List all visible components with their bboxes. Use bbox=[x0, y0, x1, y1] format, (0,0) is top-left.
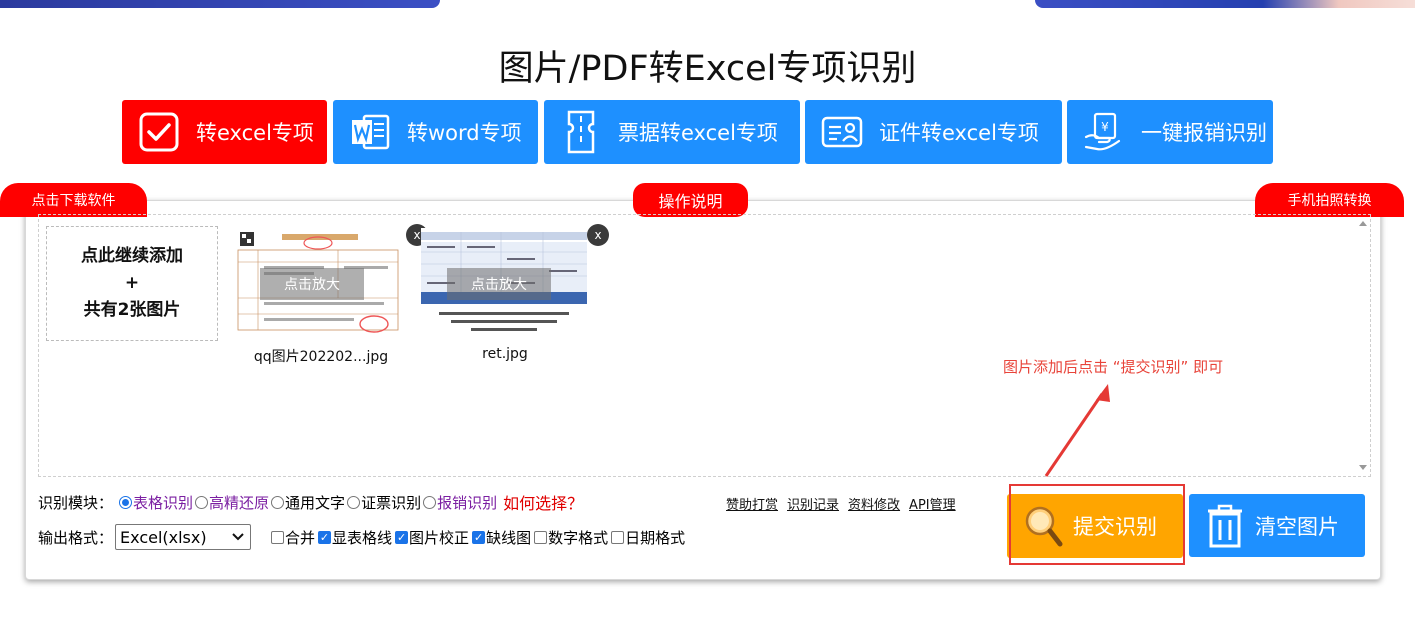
id-card-icon bbox=[821, 111, 863, 153]
page-title: 图片/PDF转Excel专项识别 bbox=[498, 49, 917, 89]
show-gridlines-checkbox[interactable]: ✓ 显表格线 bbox=[318, 527, 392, 548]
image-correction-checkbox[interactable]: ✓ 图片校正 bbox=[395, 527, 469, 548]
tab-reimburse[interactable]: ¥ 一键报销识别 bbox=[1067, 100, 1273, 164]
image-thumbnail: 点击放大 x qq图片202202...jpg bbox=[234, 224, 428, 366]
chevron-down-icon bbox=[232, 533, 244, 541]
zoom-overlay[interactable]: 点击放大 bbox=[260, 268, 364, 300]
module-selector: 识别模块： 表格识别 高精还原 通用文字 证票识别 报销识别 如何选择？ bbox=[38, 490, 583, 514]
tab-label: 一键报销识别 bbox=[1141, 121, 1267, 145]
add-more-label: 点此继续添加 bbox=[81, 246, 183, 266]
radio-icon bbox=[423, 495, 437, 509]
image-thumbnail: 点击放大 x ret.jpg bbox=[421, 224, 609, 362]
tab-word[interactable]: 转word专项 bbox=[333, 100, 538, 164]
module-high-precision[interactable]: 高精还原 bbox=[195, 492, 269, 513]
format-select[interactable]: Excel(xlsx) bbox=[115, 524, 252, 550]
tab-id-excel[interactable]: 证件转excel专项 bbox=[805, 100, 1062, 164]
date-format-checkbox[interactable]: 日期格式 bbox=[611, 527, 685, 548]
image-count: 共有2张图片 bbox=[83, 300, 181, 320]
svg-text:¥: ¥ bbox=[1101, 120, 1109, 134]
checkbox-checked-icon: ✓ bbox=[472, 530, 486, 544]
module-general-text[interactable]: 通用文字 bbox=[271, 492, 345, 513]
module-table[interactable]: 表格识别 bbox=[119, 492, 193, 513]
module-certificate[interactable]: 证票识别 bbox=[347, 492, 421, 513]
remove-image-button[interactable]: x bbox=[587, 224, 609, 246]
invoice-preview[interactable]: 点击放大 bbox=[234, 228, 402, 336]
radio-icon bbox=[271, 495, 285, 509]
missing-lines-checkbox[interactable]: ✓ 缺线图 bbox=[472, 527, 531, 548]
checkbox-icon bbox=[611, 530, 625, 544]
checkbox-checked-icon: ✓ bbox=[318, 530, 332, 544]
submit-hint: 图片添加后点击 “提交识别” 即可 bbox=[1003, 358, 1224, 376]
sponsor-link[interactable]: 赞助打赏 bbox=[726, 494, 778, 513]
word-icon bbox=[349, 111, 391, 153]
magnifier-icon bbox=[1021, 504, 1065, 548]
tab-receipt-excel[interactable]: 票据转excel专项 bbox=[544, 100, 800, 164]
radio-icon bbox=[195, 495, 209, 509]
tab-label: 转word专项 bbox=[407, 121, 522, 145]
format-label: 输出格式： bbox=[38, 528, 114, 547]
hint-arrow-icon bbox=[1044, 384, 1110, 477]
document-preview[interactable]: 点击放大 bbox=[421, 228, 589, 336]
api-link[interactable]: API管理 bbox=[909, 494, 956, 513]
tab-label: 票据转excel专项 bbox=[618, 121, 778, 145]
receipt-icon bbox=[560, 110, 602, 154]
checkbox-icon bbox=[534, 530, 548, 544]
plus-icon: + bbox=[124, 273, 140, 293]
radio-icon bbox=[347, 495, 361, 509]
profile-link[interactable]: 资料修改 bbox=[848, 494, 900, 513]
reimburse-icon: ¥ bbox=[1083, 111, 1125, 153]
clear-images-button[interactable]: 清空图片 bbox=[1189, 494, 1365, 557]
tab-excel[interactable]: 转excel专项 bbox=[122, 100, 327, 164]
checkbox-icon bbox=[138, 111, 180, 153]
submit-label: 提交识别 bbox=[1073, 515, 1157, 539]
download-software-link[interactable]: 点击下载软件 bbox=[0, 183, 147, 217]
merge-checkbox[interactable]: 合并 bbox=[271, 527, 315, 548]
tab-label: 转excel专项 bbox=[196, 121, 314, 145]
how-to-choose-link[interactable]: 如何选择？ bbox=[503, 490, 583, 514]
scrollbar[interactable] bbox=[1356, 215, 1370, 476]
submit-button[interactable]: 提交识别 bbox=[1007, 494, 1183, 558]
mobile-photo-link[interactable]: 手机拍照转换 bbox=[1255, 183, 1404, 217]
add-more-button[interactable]: 点此继续添加 + 共有2张图片 bbox=[46, 226, 218, 341]
module-label: 识别模块： bbox=[38, 493, 114, 512]
zoom-overlay[interactable]: 点击放大 bbox=[447, 268, 551, 300]
trash-icon bbox=[1203, 504, 1247, 548]
account-links: 赞助打赏 识别记录 资料修改 API管理 bbox=[726, 494, 956, 513]
clear-label: 清空图片 bbox=[1255, 514, 1339, 539]
instructions-link[interactable]: 操作说明 bbox=[633, 183, 748, 217]
radio-icon bbox=[119, 495, 133, 509]
file-name: ret.jpg bbox=[482, 346, 528, 362]
tab-label: 证件转excel专项 bbox=[879, 121, 1039, 145]
top-banner bbox=[0, 0, 1415, 8]
number-format-checkbox[interactable]: 数字格式 bbox=[534, 527, 608, 548]
file-name: qq图片202202...jpg bbox=[253, 349, 389, 365]
output-options: 输出格式： Excel(xlsx) 合并 ✓ 显表格线 ✓ 图片校正 ✓ 缺线图 数字… bbox=[38, 524, 688, 550]
checkbox-checked-icon: ✓ bbox=[395, 530, 409, 544]
checkbox-icon bbox=[271, 530, 285, 544]
history-link[interactable]: 识别记录 bbox=[787, 494, 839, 513]
module-reimburse[interactable]: 报销识别 bbox=[423, 492, 497, 513]
